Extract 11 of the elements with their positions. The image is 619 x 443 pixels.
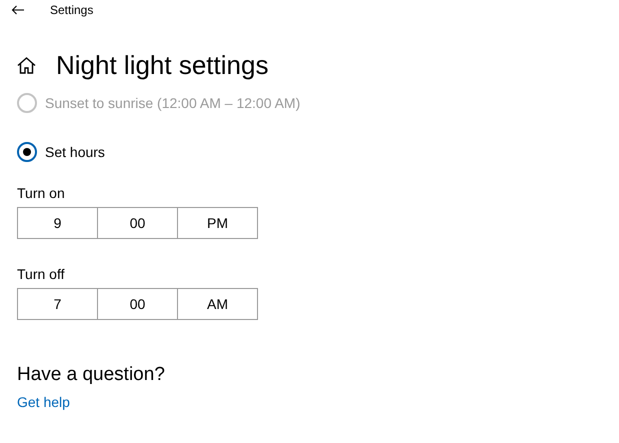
field-label: Turn off xyxy=(17,265,66,283)
page-heading: Night light settings xyxy=(56,49,268,82)
radio-label: Sunset to sunrise (12:00 AM – 12:00 AM) xyxy=(45,95,300,111)
window-title: Settings xyxy=(50,3,94,17)
home-icon[interactable] xyxy=(17,56,36,74)
help-heading: Have a question? xyxy=(17,364,165,386)
radio-label: Set hours xyxy=(45,144,105,160)
field-label: Turn on xyxy=(17,184,66,202)
radio-button[interactable] xyxy=(17,142,37,162)
back-icon[interactable] xyxy=(11,5,25,15)
help-link[interactable]: Get help xyxy=(17,394,70,410)
